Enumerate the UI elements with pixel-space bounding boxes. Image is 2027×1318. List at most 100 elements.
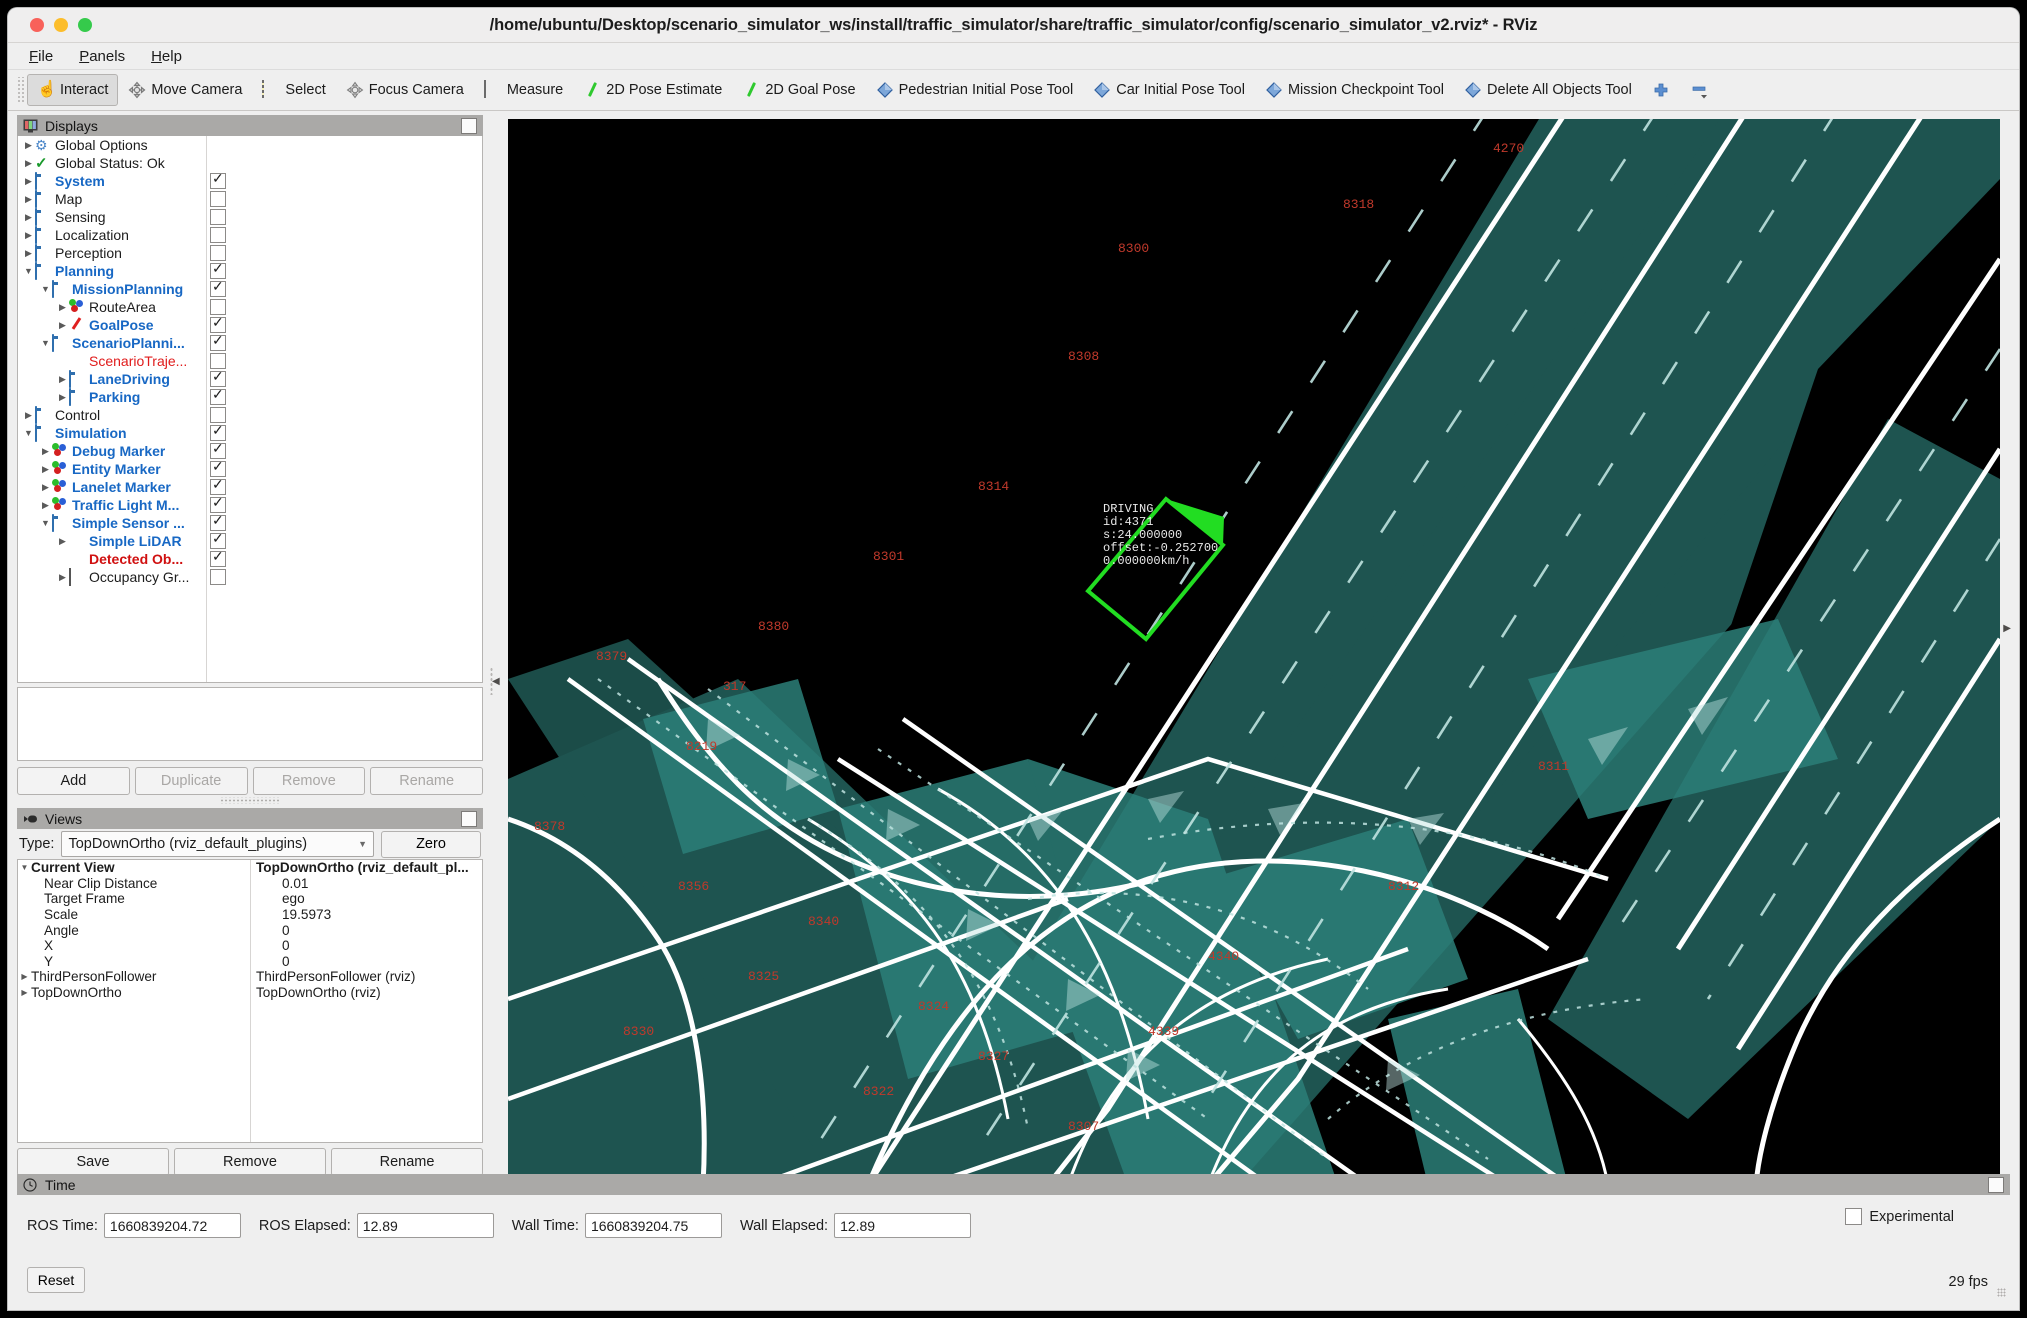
tree-item-checkbox[interactable] [210,260,226,279]
tree-item-checkbox[interactable] [210,422,226,441]
tool-2d-goal-pose[interactable]: 2D Goal Pose [732,74,865,106]
tree-expand-arrow[interactable] [22,172,35,190]
tool-car-initial-pose[interactable]: Car Initial Pose Tool [1083,74,1255,106]
tree-item[interactable]: Entity Marker [18,458,482,478]
menu-help[interactable]: Help [147,46,186,67]
tree-item[interactable]: ScenarioTraje... [18,352,482,370]
menu-panels[interactable]: Panels [75,46,129,67]
tree-item-checkbox[interactable] [210,368,226,387]
wall-elapsed-input[interactable]: 12.89 [834,1213,972,1238]
tree-item[interactable]: Sensing [18,208,482,226]
tree-item-checkbox[interactable] [210,314,226,333]
tree-item[interactable]: System [18,170,482,190]
tool-move-camera[interactable]: Move Camera [118,74,252,106]
collapse-right-icon[interactable]: ▶ [2003,623,2011,634]
tree-expand-arrow[interactable] [39,442,52,460]
tree-expand-arrow[interactable] [22,154,35,172]
remove-view-button[interactable]: Remove [174,1148,326,1176]
tree-expand-arrow[interactable] [56,568,69,586]
tree-expand-arrow[interactable] [39,280,52,298]
remove-tool-button[interactable] [1680,74,1718,106]
views-panel-float-button[interactable] [461,810,477,827]
tree-item-checkbox[interactable] [210,353,226,369]
tree-item[interactable]: Localization [18,226,482,244]
tree-item[interactable]: Parking [18,386,482,406]
wall-time-input[interactable]: 1660839204.75 [584,1213,722,1238]
tree-item-checkbox[interactable] [210,476,226,495]
zero-button[interactable]: Zero [381,830,481,858]
displays-tree[interactable]: Global Options Global Status: Ok System Map… [17,136,483,683]
tool-delete-all-objects[interactable]: Delete All Objects Tool [1454,74,1642,106]
tree-item-checkbox[interactable] [210,569,226,585]
tool-focus-camera[interactable]: Focus Camera [336,74,474,106]
tree-expand-arrow[interactable] [22,190,35,208]
tree-item[interactable]: LaneDriving [18,368,482,388]
tree-expand-arrow[interactable] [22,262,35,280]
tree-item[interactable]: Control [18,406,482,424]
rename-display-button[interactable]: Rename [370,767,483,795]
toolbar-grip[interactable] [16,77,25,103]
tool-mission-checkpoint[interactable]: Mission Checkpoint Tool [1255,74,1454,106]
views-property-table[interactable]: Current View TopDownOrtho (rviz_default_p… [17,859,483,1143]
ros-elapsed-input[interactable]: 12.89 [356,1213,494,1238]
resize-grip[interactable] [1997,1288,2006,1297]
add-tool-button[interactable] [1642,74,1680,106]
ros-time-input[interactable]: 1660839204.72 [103,1213,241,1238]
tree-item[interactable]: ScenarioPlanni... [18,332,482,352]
tree-item[interactable]: Simulation [18,422,482,442]
tree-item-checkbox[interactable] [210,245,226,261]
tree-expand-arrow[interactable] [39,460,52,478]
tree-item[interactable]: RouteArea [18,298,482,316]
dock-splitter[interactable]: ◀ [487,115,500,1247]
rename-view-button[interactable]: Rename [331,1148,483,1176]
tree-item[interactable]: Perception [18,244,482,262]
tree-item-checkbox[interactable] [210,332,226,351]
tree-expand-arrow[interactable] [56,316,69,334]
tree-item-checkbox[interactable] [210,191,226,207]
tree-item-checkbox[interactable] [210,440,226,459]
tree-expand-arrow[interactable] [56,298,69,316]
tree-item[interactable]: Detected Ob... [18,548,482,568]
tree-expand-arrow[interactable] [22,226,35,244]
tree-item[interactable]: Lanelet Marker [18,476,482,496]
tree-item[interactable]: Global Options [18,136,482,154]
tree-item-checkbox[interactable] [210,227,226,243]
time-panel-float-button[interactable] [1988,1176,2004,1193]
tree-item[interactable]: Global Status: Ok [18,154,482,172]
tree-expand-arrow[interactable] [39,478,52,496]
tree-item-checkbox[interactable] [210,512,226,531]
views-expand-arrow[interactable] [18,984,31,1002]
tree-expand-arrow[interactable] [22,208,35,226]
experimental-checkbox[interactable] [1845,1208,1863,1225]
tree-item-checkbox[interactable] [210,209,226,225]
add-button[interactable]: Add [17,767,130,795]
tree-expand-arrow[interactable] [56,532,69,550]
tree-expand-arrow[interactable] [22,244,35,262]
tree-expand-arrow[interactable] [39,334,52,352]
views-expand-arrow[interactable] [18,860,31,877]
tree-item[interactable]: Simple Sensor ... [18,512,482,532]
tree-item-checkbox[interactable] [210,494,226,513]
tree-expand-arrow[interactable] [39,514,52,532]
tree-item[interactable]: GoalPose [18,314,482,334]
tree-item-checkbox[interactable] [210,386,226,405]
tree-item[interactable]: MissionPlanning [18,278,482,298]
reset-button[interactable]: Reset [27,1267,85,1293]
tree-expand-arrow[interactable] [22,406,35,424]
tree-item-checkbox[interactable] [210,458,226,477]
panel-splitter-handle[interactable] [220,797,280,804]
collapse-left-icon[interactable]: ◀ [492,676,500,687]
tool-pedestrian-initial-pose[interactable]: Pedestrian Initial Pose Tool [866,74,1084,106]
render-viewport[interactable]: 4270 8300 8308 8318 8314 8301 8380 317 8219 8379 8… [508,119,2000,1185]
tree-item-checkbox[interactable] [210,530,226,549]
tool-measure[interactable]: Measure [474,74,573,106]
tree-expand-arrow[interactable] [22,136,35,154]
tree-item-checkbox[interactable] [210,278,226,297]
save-view-button[interactable]: Save [17,1148,169,1176]
tree-item-checkbox[interactable] [210,299,226,315]
tree-expand-arrow[interactable] [56,388,69,406]
tree-item[interactable]: Map [18,190,482,208]
remove-display-button[interactable]: Remove [252,767,366,795]
tree-item[interactable]: Planning [18,260,482,280]
view-type-select[interactable]: TopDownOrtho (rviz_default_plugins) ▼ [61,831,374,857]
